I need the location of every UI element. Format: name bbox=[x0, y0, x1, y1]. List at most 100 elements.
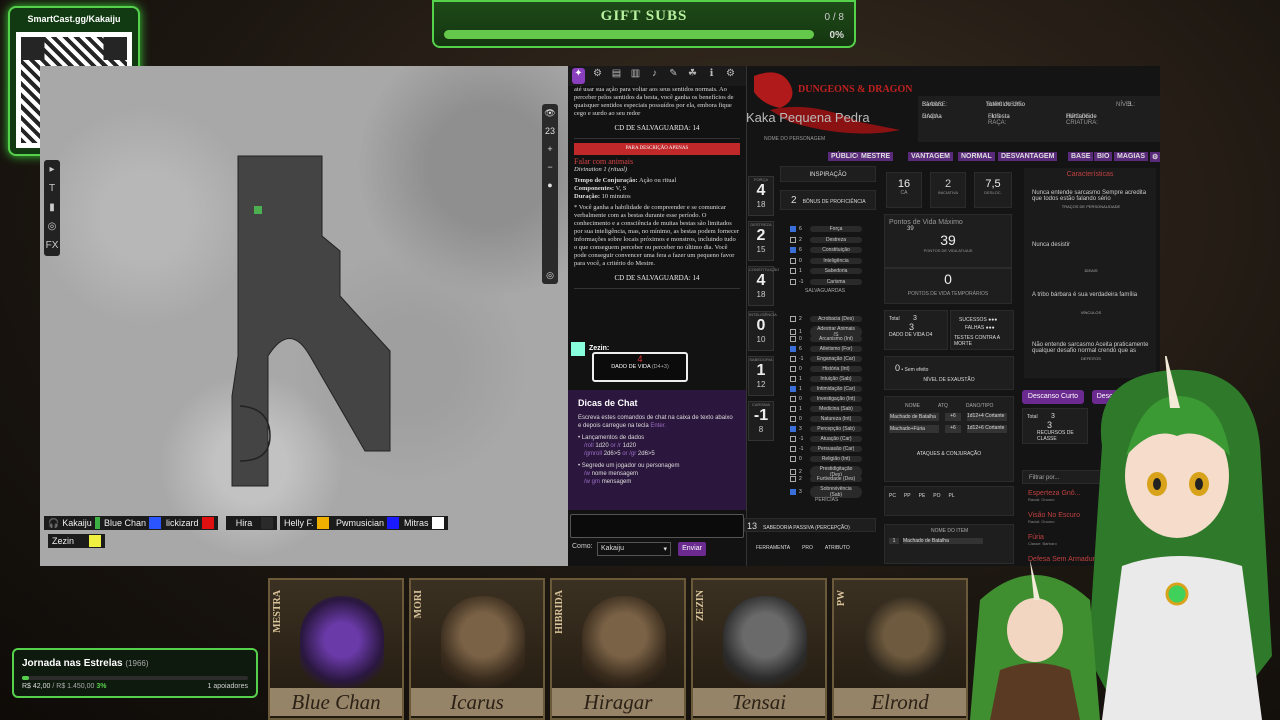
tab-settings-icon[interactable]: ⚙ bbox=[724, 68, 737, 84]
exhaustion[interactable]: 0 • Sem efeito NÍVEL DE EXAUSTÃO bbox=[884, 356, 1014, 390]
spell-name[interactable]: Falar com animais bbox=[574, 158, 740, 166]
proficiency-checkbox[interactable] bbox=[790, 268, 796, 274]
roll-label[interactable]: Natureza (Int) bbox=[810, 416, 862, 422]
saving-throw-row[interactable]: 1 Sabedoria bbox=[790, 268, 862, 274]
temp-hit-points[interactable]: 0 PONTOS DE VIDA TEMPORÁRIOS bbox=[884, 268, 1012, 304]
saving-throw-row[interactable]: 2 Destreza bbox=[790, 236, 862, 243]
skill-row[interactable]: -1 Persuasão (Car) bbox=[790, 446, 862, 452]
gear-icon[interactable]: ⚙ bbox=[1150, 152, 1161, 162]
feature-item[interactable]: Esperteza Gnô... Racial: Gnomo bbox=[1028, 490, 1081, 502]
roll-label[interactable]: Constituição bbox=[810, 247, 862, 253]
eye-icon[interactable]: 👁 bbox=[542, 104, 558, 122]
tab-macros-icon[interactable]: ✎ bbox=[667, 68, 680, 84]
skill-row[interactable]: 3 Percepção (Sab) bbox=[790, 426, 862, 432]
zoom-out-icon[interactable]: − bbox=[542, 158, 558, 176]
zoom-slider[interactable]: ● bbox=[542, 176, 558, 266]
player-item[interactable]: Mitras bbox=[400, 516, 448, 530]
player-item[interactable]: Blue Chan bbox=[100, 516, 166, 530]
proficiency-checkbox[interactable] bbox=[790, 278, 796, 285]
roll-label[interactable]: Destreza bbox=[810, 236, 862, 243]
skill-row[interactable]: 0 Natureza (Int) bbox=[790, 416, 862, 422]
class-resources[interactable]: Total 3 3 RECURSOS DE CLASSE bbox=[1022, 408, 1088, 444]
center-icon[interactable]: ◎ bbox=[542, 266, 558, 284]
tab-character-icon[interactable]: ⚙ bbox=[591, 68, 604, 84]
tab-compendium-icon[interactable]: ▥ bbox=[629, 68, 642, 84]
roll-label[interactable]: Intimidação (Car) bbox=[810, 386, 862, 392]
initiative[interactable]: 2 INICIATIVA bbox=[930, 172, 966, 208]
proficiency-checkbox[interactable] bbox=[790, 469, 796, 475]
attr-wis[interactable]: SABEDORIA 1 12 bbox=[748, 356, 774, 396]
tab-journal-icon[interactable]: ▤ bbox=[610, 68, 623, 84]
proficiency-checkbox[interactable] bbox=[790, 376, 796, 382]
speed[interactable]: 7,5 DESLOC. bbox=[974, 172, 1012, 208]
shape-tool-icon[interactable]: ▮ bbox=[44, 198, 60, 217]
tab-spells[interactable]: MAGIAS bbox=[1114, 152, 1148, 161]
fx-tool-icon[interactable]: FX bbox=[44, 236, 60, 255]
hit-points[interactable]: Pontos de Vida Máximo 39 39 PONTOS DE VI… bbox=[884, 214, 1012, 268]
feature-item[interactable]: Visão No Escuro Racial: Gnomo bbox=[1028, 512, 1080, 524]
roll-label[interactable]: História (Int) bbox=[810, 366, 862, 372]
skill-row[interactable]: 6 Atletismo (For) bbox=[790, 346, 862, 352]
player-item[interactable]: Helly F. bbox=[280, 516, 333, 530]
proficiency-checkbox[interactable] bbox=[790, 247, 796, 253]
roll-label[interactable]: Acrobacia (Des) bbox=[810, 316, 862, 322]
proficiency-checkbox[interactable] bbox=[790, 226, 796, 232]
proficiency-checkbox[interactable] bbox=[790, 456, 796, 462]
tab-collection-icon[interactable]: ☘ bbox=[686, 68, 699, 84]
player-item[interactable]: Pwmusician bbox=[332, 516, 404, 530]
proficiency-checkbox[interactable] bbox=[790, 386, 796, 392]
map-canvas[interactable] bbox=[40, 66, 568, 566]
attack-row[interactable]: Machado de Batalha +6 1d12+4 Cortante bbox=[889, 413, 1009, 421]
equipment-row[interactable]: 1 Machado de Batalha bbox=[889, 538, 1009, 544]
skill-row[interactable]: -1 Enganação (Car) bbox=[790, 356, 862, 362]
roll-label[interactable]: Medicina (Sab) bbox=[810, 406, 862, 412]
send-button[interactable]: Enviar bbox=[678, 542, 706, 556]
player-item[interactable]: Zezin bbox=[48, 534, 105, 548]
roll-label[interactable]: Atletismo (For) bbox=[810, 346, 862, 352]
skill-row[interactable]: 1 Intuição (Sab) bbox=[790, 376, 862, 382]
proficiency-checkbox[interactable] bbox=[790, 426, 796, 432]
skill-row[interactable]: 0 História (Int) bbox=[790, 366, 862, 372]
proficiency-checkbox[interactable] bbox=[790, 329, 796, 335]
proficiency-checkbox[interactable] bbox=[790, 436, 796, 442]
tab-master[interactable]: MESTRE bbox=[858, 152, 894, 161]
proficiency-checkbox[interactable] bbox=[790, 356, 796, 362]
character-name[interactable]: Kaka Pequena Pedra bbox=[746, 110, 870, 125]
attr-dex[interactable]: DESTREZA 2 15 bbox=[748, 221, 774, 261]
inspiration[interactable]: INSPIRAÇÃO bbox=[780, 166, 876, 182]
roll-label[interactable]: Inteligência bbox=[810, 257, 862, 264]
trait-bonds[interactable]: A tribo bárbara é sua verdadeira família… bbox=[1032, 292, 1150, 315]
token-tool-icon[interactable]: ◎ bbox=[44, 217, 60, 236]
roll-label[interactable]: Sabedoria bbox=[810, 268, 862, 274]
skill-row[interactable]: 2 Acrobacia (Des) bbox=[790, 316, 862, 322]
hit-dice[interactable]: Total 3 3 DADO DE VIDA D4 bbox=[884, 310, 948, 350]
zoom-in-icon[interactable]: + bbox=[542, 140, 558, 158]
saving-throw-row[interactable]: 0 Inteligência bbox=[790, 257, 862, 264]
text-tool-icon[interactable]: T bbox=[44, 179, 60, 198]
roll-label[interactable]: Persuasão (Car) bbox=[810, 446, 862, 452]
speak-as-select[interactable]: Kakaiju ▾ bbox=[597, 542, 671, 556]
feature-item[interactable]: Fúria Classe: Bárbaro bbox=[1028, 534, 1057, 546]
short-rest-button[interactable]: Descanso Curto bbox=[1022, 390, 1084, 404]
death-saves[interactable]: SUCESSOS ●●● FALHAS ●●● TESTES CONTRA A … bbox=[950, 310, 1014, 350]
saving-throw-row[interactable]: 6 Força bbox=[790, 226, 862, 232]
player-token[interactable] bbox=[254, 206, 262, 214]
attack-row[interactable]: Machado+Fúria +6 1d12+6 Cortante bbox=[889, 425, 1009, 433]
skill-row[interactable]: 0 Religião (Int) bbox=[790, 456, 862, 462]
trait-personality[interactable]: Nunca entende sarcasmo Sempre acredita q… bbox=[1032, 190, 1150, 209]
player-item[interactable]: Hira bbox=[226, 516, 277, 530]
saving-throw-row[interactable]: 6 Constituição bbox=[790, 247, 862, 253]
attr-int[interactable]: INTELIGÊNCIA 0 10 bbox=[748, 311, 777, 351]
proficiency-checkbox[interactable] bbox=[790, 257, 796, 264]
tab-bio[interactable]: BIO bbox=[1094, 152, 1113, 161]
skill-row[interactable]: -1 Atuação (Car) bbox=[790, 436, 862, 442]
proficiency-checkbox[interactable] bbox=[790, 346, 796, 352]
attr-cha[interactable]: CARISMA -1 8 bbox=[748, 401, 774, 441]
proficiency-checkbox[interactable] bbox=[790, 366, 796, 372]
skill-row[interactable]: 1 Intimidação (Car) bbox=[790, 386, 862, 392]
proficiency-checkbox[interactable] bbox=[790, 489, 796, 495]
proficiency-checkbox[interactable] bbox=[790, 476, 796, 482]
tab-normal[interactable]: NORMAL bbox=[958, 152, 995, 161]
skill-row[interactable]: 0 Investigação (Int) bbox=[790, 396, 862, 402]
coins[interactable]: PC PP PE PO PL bbox=[884, 486, 1014, 516]
